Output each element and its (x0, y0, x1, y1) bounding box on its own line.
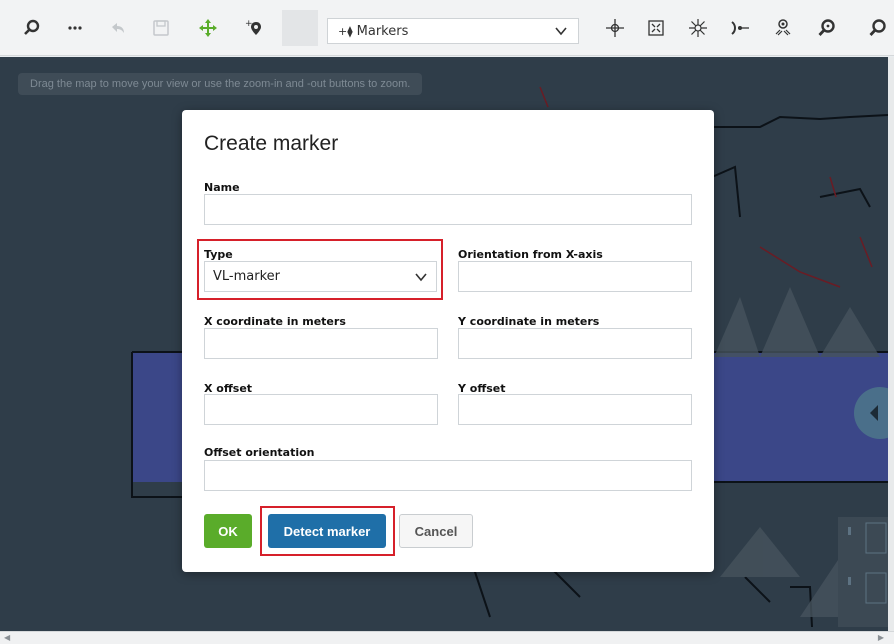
robot-position-icon[interactable] (765, 10, 801, 46)
y-coordinate-input[interactable] (458, 328, 692, 359)
chevron-down-icon (555, 27, 567, 36)
markers-select-value: Markers (356, 23, 409, 39)
detect-highlight-box (260, 506, 395, 556)
ok-button[interactable]: OK (204, 514, 252, 548)
offset-orientation-input[interactable] (204, 460, 692, 491)
type-highlight-box (197, 239, 443, 300)
save-icon[interactable] (143, 10, 179, 46)
more-icon[interactable] (57, 10, 93, 46)
x-coordinate-label: X coordinate in meters (204, 315, 346, 328)
create-marker-dialog: Create marker Name Type VL-marker Orient… (182, 110, 714, 572)
y-offset-input[interactable] (458, 394, 692, 425)
vertical-scrollbar[interactable] (888, 57, 894, 631)
undo-icon[interactable] (100, 10, 136, 46)
y-coordinate-label: Y coordinate in meters (458, 315, 600, 328)
x-coordinate-input[interactable] (204, 328, 438, 359)
add-marker-icon[interactable]: + (236, 10, 272, 46)
toolbar-blank-button[interactable] (282, 10, 318, 46)
offset-orientation-label: Offset orientation (204, 446, 315, 459)
fit-map-icon[interactable] (638, 10, 674, 46)
cancel-button[interactable]: Cancel (399, 514, 473, 548)
sun-icon[interactable] (680, 10, 716, 46)
search-icon[interactable] (14, 10, 50, 46)
move-icon[interactable] (190, 10, 226, 46)
scroll-right-icon[interactable]: ▶ (878, 633, 884, 642)
zoom-in-icon[interactable] (809, 10, 845, 46)
scroll-left-icon[interactable]: ◀ (4, 633, 10, 642)
orientation-input[interactable] (458, 261, 692, 292)
name-label: Name (204, 181, 240, 194)
horizontal-scrollbar[interactable]: ◀ ▶ (0, 631, 894, 644)
orientation-label: Orientation from X-axis (458, 248, 603, 261)
dialog-title: Create marker (204, 132, 339, 155)
zoom-out-icon[interactable] (860, 10, 894, 46)
markers-select[interactable]: +⧫ Markers (327, 18, 579, 44)
marker-icon: +⧫ (338, 24, 353, 38)
laser-icon[interactable] (722, 10, 758, 46)
x-offset-input[interactable] (204, 394, 438, 425)
name-input[interactable] (204, 194, 692, 225)
crosshair-icon[interactable] (597, 10, 633, 46)
map-hint: Drag the map to move your view or use th… (18, 73, 423, 95)
toolbar: + +⧫ Markers (0, 0, 894, 56)
